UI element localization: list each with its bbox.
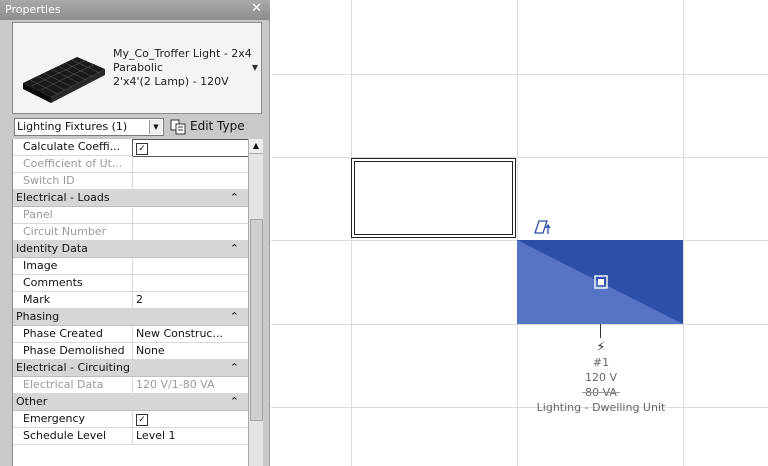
- property-value[interactable]: ✓: [132, 411, 249, 427]
- collapse-icon[interactable]: ⌃: [230, 242, 239, 255]
- property-row: Switch ID: [13, 173, 249, 190]
- tag-voltage: 120 V: [584, 371, 618, 384]
- property-value: [132, 173, 249, 189]
- bolt-icon: ⚡: [596, 340, 606, 355]
- property-value[interactable]: Level 1: [132, 428, 249, 444]
- checkbox[interactable]: ✓: [136, 143, 148, 155]
- property-value[interactable]: New Construc...: [132, 326, 249, 342]
- property-row: Emergency ✓: [13, 411, 249, 428]
- circuit-tag[interactable]: ⚡ #1 120 V 80 VA Lighting - Dwelling Uni…: [501, 340, 701, 415]
- troffer-thumbnail-icon: [23, 57, 105, 103]
- property-row: Image: [13, 258, 249, 275]
- property-name: Schedule Level: [23, 429, 107, 442]
- type-subfamily: Parabolic: [113, 61, 164, 74]
- selected-light-fixture[interactable]: [517, 240, 683, 324]
- tag-load: 80 VA: [582, 385, 620, 400]
- palette-titlebar[interactable]: Properties ✕: [0, 0, 270, 20]
- property-name: Switch ID: [23, 174, 75, 187]
- type-family: My_Co_Troffer Light - 2x4: [113, 47, 252, 60]
- drawing-canvas[interactable]: ⚡ #1 120 V 80 VA Lighting - Dwelling Uni…: [271, 0, 768, 466]
- type-name: My_Co_Troffer Light - 2x4 Parabolic 2'x4…: [113, 47, 252, 89]
- group-name: Electrical - Circuiting: [16, 361, 130, 374]
- flip-control-icon[interactable]: [533, 218, 555, 236]
- tag-number: #1: [592, 356, 610, 369]
- group-name: Other: [16, 395, 48, 408]
- property-name: Coefficient of Ut...: [23, 157, 123, 170]
- property-row: Phase Demolished None: [13, 343, 249, 360]
- property-row: Coefficient of Ut...: [13, 156, 249, 173]
- property-row: Electrical Data 120 V/1-80 VA: [13, 377, 249, 394]
- property-value[interactable]: 2: [132, 292, 249, 308]
- properties-grid: Calculate Coeffi... ✓ Coefficient of Ut...…: [12, 139, 249, 466]
- property-value[interactable]: None: [132, 343, 249, 359]
- close-icon[interactable]: ✕: [251, 1, 262, 16]
- group-name: Phasing: [16, 310, 60, 323]
- property-value: [132, 224, 249, 240]
- property-name: Emergency: [23, 412, 86, 425]
- properties-palette: Properties ✕ My_Co_Troffer Light - 2x4 P…: [0, 0, 270, 466]
- group-name: Electrical - Loads: [16, 191, 110, 204]
- property-row: Calculate Coeffi... ✓: [13, 139, 249, 157]
- property-name: Circuit Number: [23, 225, 107, 238]
- property-value: [132, 207, 249, 223]
- category-filter-value: Lighting Fixtures (1): [17, 120, 128, 133]
- property-name: Calculate Coeffi...: [23, 140, 121, 153]
- tag-leader-line: [600, 324, 601, 338]
- type-selector[interactable]: My_Co_Troffer Light - 2x4 Parabolic 2'x4…: [12, 22, 262, 114]
- group-header[interactable]: Other ⌃: [13, 394, 249, 411]
- property-row: Comments: [13, 275, 249, 292]
- property-value[interactable]: [132, 258, 249, 274]
- properties-scrollbar[interactable]: ▲: [248, 139, 263, 466]
- property-name: Phase Demolished: [23, 344, 125, 357]
- property-row: Panel: [13, 207, 249, 224]
- property-name: Electrical Data: [23, 378, 104, 391]
- property-value[interactable]: ✓: [132, 139, 249, 157]
- group-name: Identity Data: [16, 242, 88, 255]
- property-value: [132, 156, 249, 172]
- edit-type-label: Edit Type: [190, 119, 245, 133]
- collapse-icon[interactable]: ⌃: [230, 191, 239, 204]
- scroll-up-icon[interactable]: ▲: [249, 139, 263, 154]
- group-header[interactable]: Electrical - Loads ⌃: [13, 190, 249, 207]
- edit-type-icon: [170, 119, 186, 134]
- property-row: Phase Created New Construc...: [13, 326, 249, 343]
- scrollbar-thumb[interactable]: [250, 219, 263, 421]
- chevron-down-icon[interactable]: ▼: [252, 63, 258, 72]
- collapse-icon[interactable]: ⌃: [230, 395, 239, 408]
- property-row: Schedule Level Level 1: [13, 428, 249, 445]
- checkbox[interactable]: ✓: [136, 414, 148, 426]
- group-header[interactable]: Phasing ⌃: [13, 309, 249, 326]
- move-grip-icon[interactable]: [594, 275, 608, 289]
- type-size: 2'x4'(2 Lamp) - 120V: [113, 75, 229, 88]
- property-name: Image: [23, 259, 58, 272]
- property-row: Circuit Number: [13, 224, 249, 241]
- property-row: Mark 2: [13, 292, 249, 309]
- filter-row: Lighting Fixtures (1) ▼ Edit Type: [12, 116, 262, 138]
- group-header[interactable]: Identity Data ⌃: [13, 241, 249, 258]
- property-value: 120 V/1-80 VA: [132, 377, 249, 393]
- edit-type-button[interactable]: Edit Type: [170, 116, 245, 136]
- grid-line: [271, 324, 768, 325]
- property-value[interactable]: [132, 275, 249, 291]
- collapse-icon[interactable]: ⌃: [230, 361, 239, 374]
- property-name: Comments: [23, 276, 83, 289]
- property-name: Panel: [23, 208, 53, 221]
- grid-line: [271, 74, 768, 75]
- property-name: Mark: [23, 293, 51, 306]
- collapse-icon[interactable]: ⌃: [230, 310, 239, 323]
- category-filter-select[interactable]: Lighting Fixtures (1) ▼: [14, 118, 164, 136]
- ceiling-tile-outline[interactable]: [351, 158, 516, 238]
- palette-title: Properties: [5, 3, 61, 16]
- group-header[interactable]: Electrical - Circuiting ⌃: [13, 360, 249, 377]
- chevron-down-icon[interactable]: ▼: [149, 120, 162, 134]
- tag-label: Lighting - Dwelling Unit: [536, 401, 666, 414]
- grid-line: [271, 157, 768, 158]
- property-name: Phase Created: [23, 327, 103, 340]
